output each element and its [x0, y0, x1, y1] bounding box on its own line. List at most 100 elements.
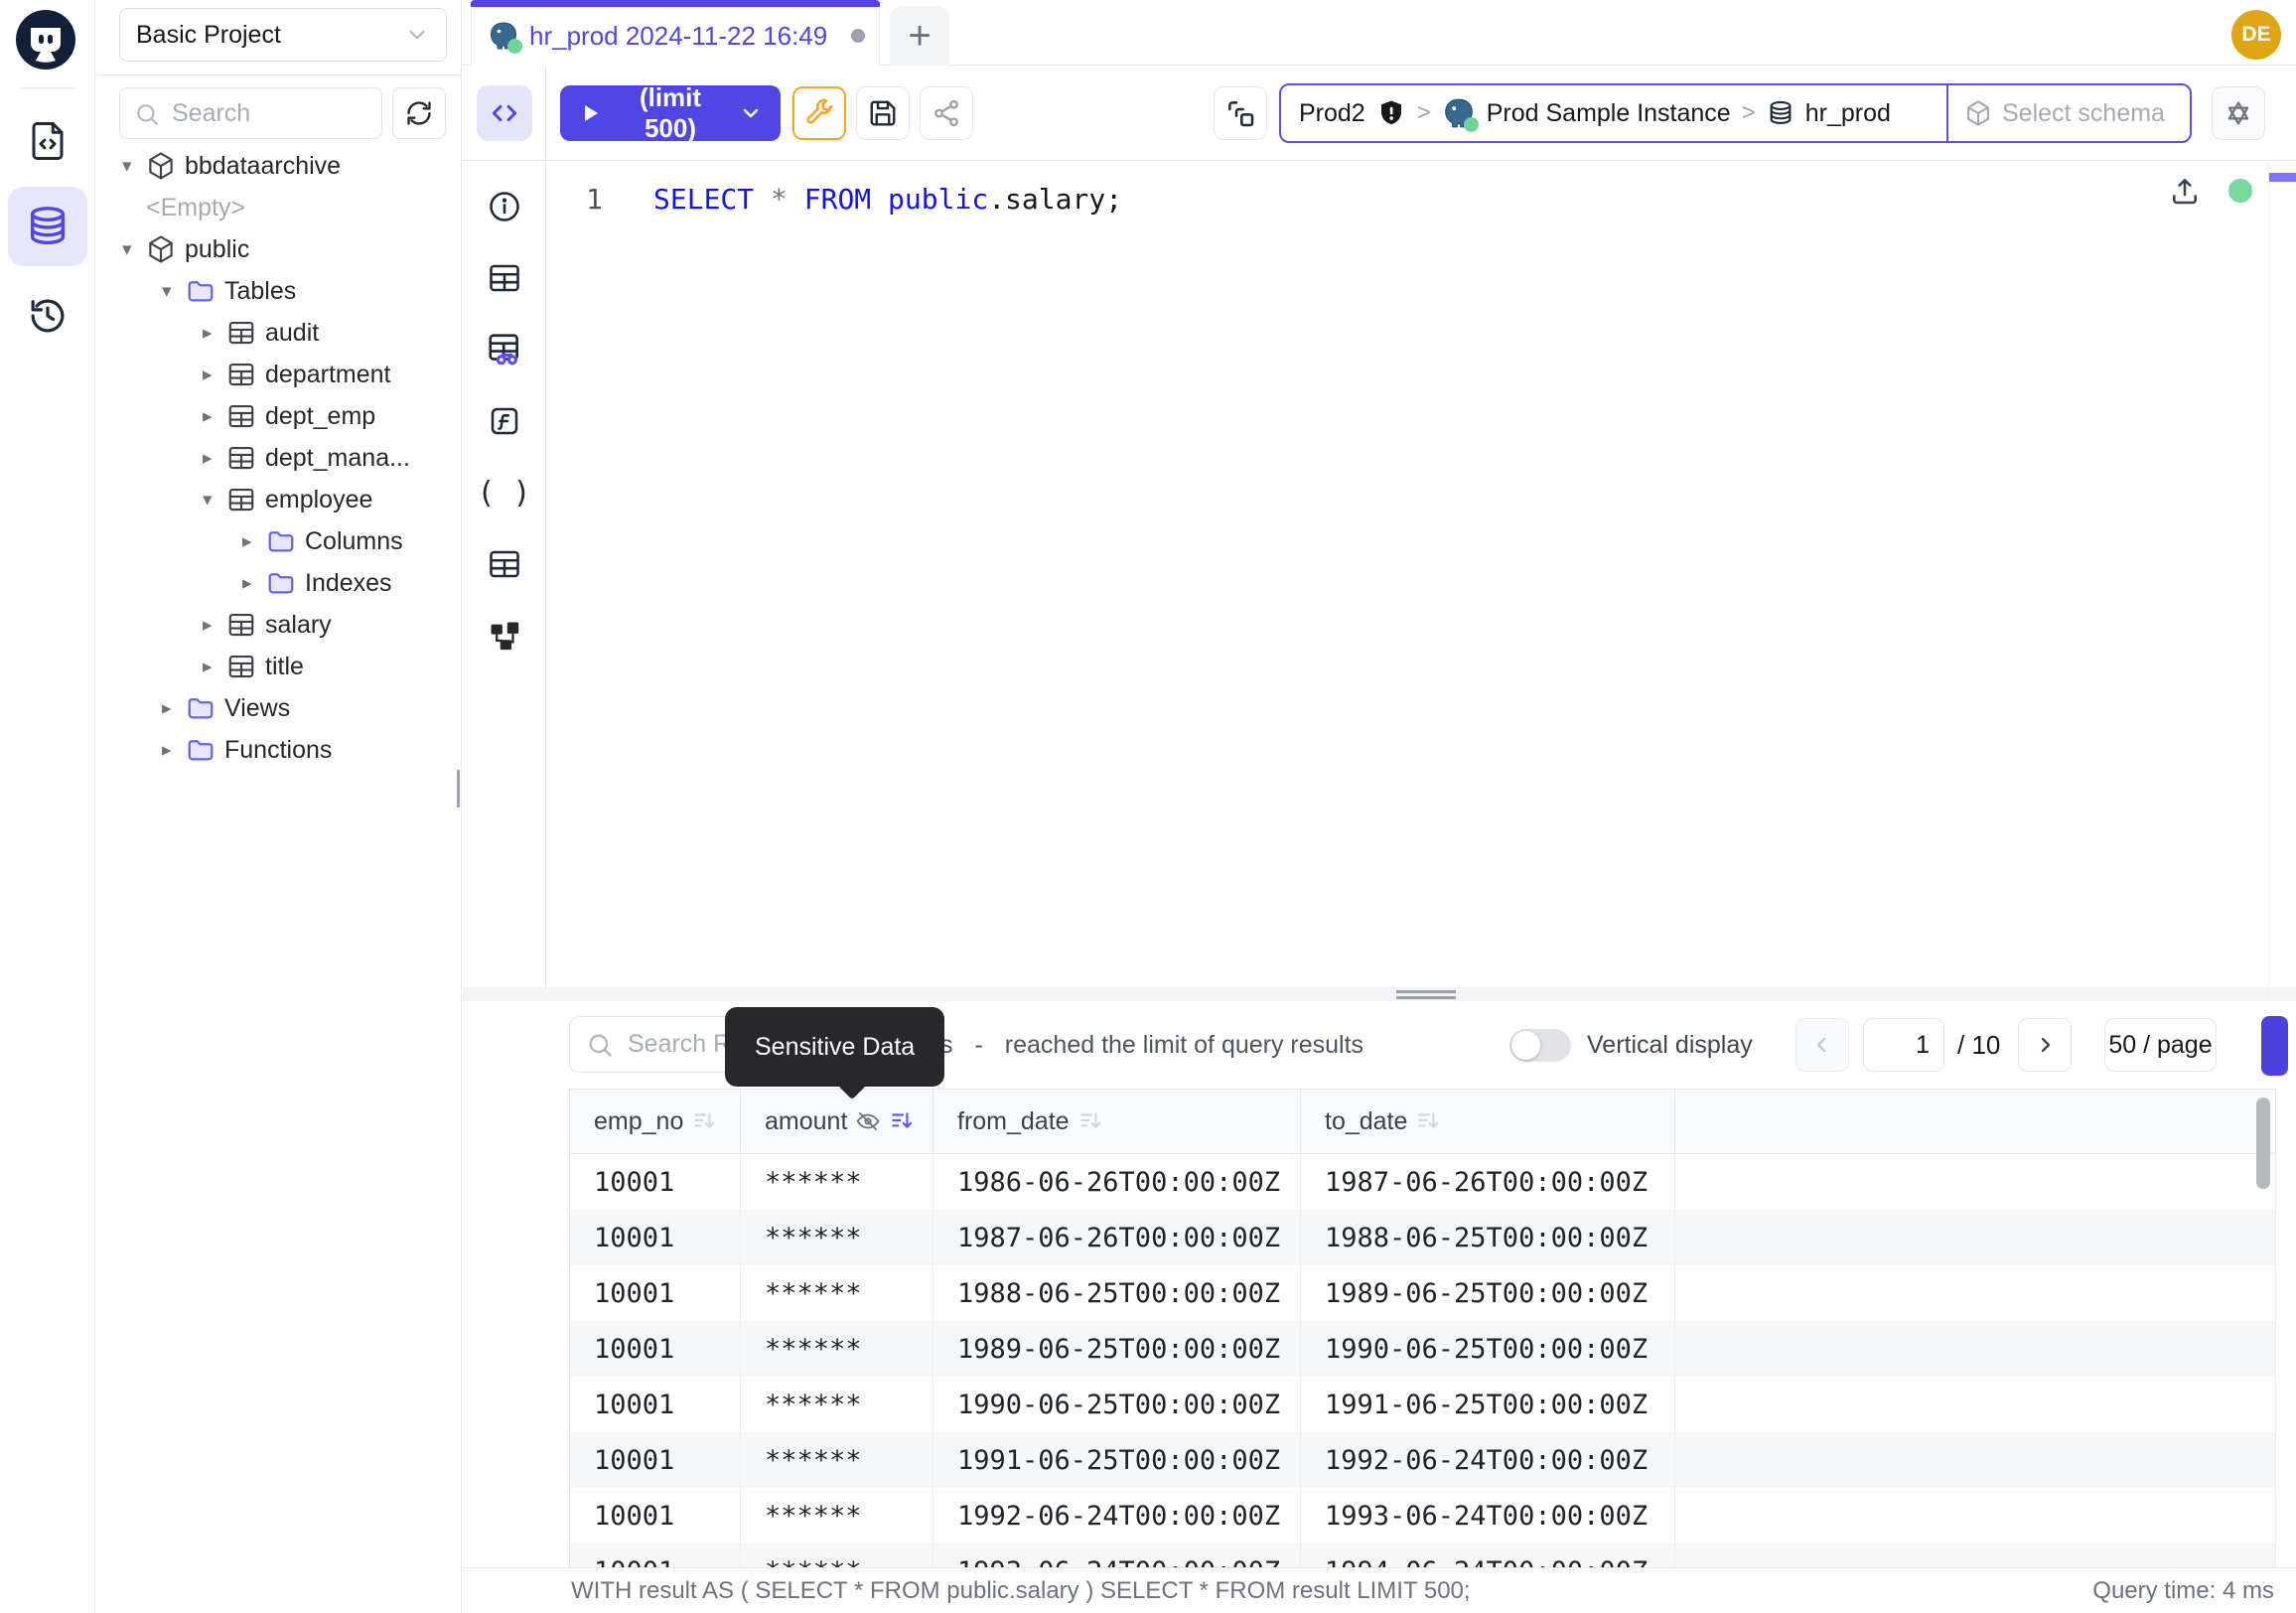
results-scrollbar[interactable]	[2256, 1098, 2270, 1189]
table-row[interactable]: 10001******1992-06-24T00:00:00Z1993-06-2…	[570, 1488, 2276, 1543]
unsaved-dot-icon	[851, 29, 865, 43]
caret-right-icon[interactable]: ▸	[203, 656, 226, 678]
caret-down-icon[interactable]: ▾	[203, 489, 226, 512]
page-size-select[interactable]: 50 / page	[2104, 1018, 2217, 1072]
editor-overview-ruler[interactable]	[2268, 161, 2296, 987]
column-header-emp_no[interactable]: emp_no	[570, 1090, 741, 1153]
schema-selector[interactable]: Select schema	[1946, 85, 2190, 141]
tab-hr-prod[interactable]: hr_prod 2024-11-22 16:49	[471, 0, 880, 66]
batch-query-button[interactable]	[1214, 86, 1267, 140]
sql-code-line[interactable]: SELECT * FROM public.salary;	[653, 183, 1122, 216]
results-table-body: 10001******1986-06-26T00:00:00Z1987-06-2…	[570, 1154, 2276, 1567]
caret-down-icon[interactable]: ▾	[122, 238, 146, 261]
tables-panel-icon[interactable]	[463, 242, 545, 314]
tree-item-views[interactable]: ▸Views	[96, 687, 459, 729]
external-tables-panel-icon[interactable]	[463, 528, 545, 600]
export-drawer-button[interactable]	[2261, 1016, 2288, 1076]
caret-down-icon[interactable]: ▾	[122, 155, 146, 178]
caret-right-icon[interactable]: ▸	[242, 572, 266, 595]
tree-item-label: dept_mana...	[265, 444, 410, 473]
breadcrumb-separator: >	[1417, 99, 1431, 127]
sort-icon[interactable]	[691, 1108, 717, 1134]
tree-item-audit[interactable]: ▸ audit	[96, 312, 459, 354]
vertical-display-label: Vertical display	[1587, 1001, 1753, 1089]
worksheet-nav-icon[interactable]	[24, 117, 72, 165]
masked-columns-panel-icon[interactable]	[463, 314, 545, 385]
sort-icon[interactable]	[1077, 1108, 1103, 1134]
caret-right-icon[interactable]: ▸	[203, 364, 226, 386]
tree-item-dept-mana[interactable]: ▸ dept_mana...	[96, 437, 459, 479]
tree-item-employee[interactable]: ▾employee	[96, 479, 459, 520]
table-row[interactable]: 10001******1989-06-25T00:00:00Z1990-06-2…	[570, 1321, 2276, 1377]
eye-off-icon[interactable]	[855, 1108, 881, 1134]
tree-item-department[interactable]: ▸department	[96, 354, 459, 395]
schema-diagram-panel-icon[interactable]	[463, 600, 545, 671]
tree-item-label: audit	[265, 319, 319, 348]
sidebar-search[interactable]	[119, 87, 382, 139]
new-tab-button[interactable]: +	[890, 6, 949, 66]
bytebase-logo[interactable]	[14, 8, 77, 72]
connection-context[interactable]: Prod2 > Prod Sample Instance > hr_prod	[1281, 85, 1946, 141]
caret-right-icon[interactable]: ▸	[242, 530, 266, 553]
user-avatar[interactable]: DE	[2231, 10, 2281, 60]
cell-amount: ******	[741, 1154, 933, 1210]
procedures-panel-icon[interactable]: ( )	[463, 457, 545, 528]
environment-label: Prod2	[1299, 99, 1365, 128]
next-page-button[interactable]	[2018, 1018, 2072, 1072]
sort-icon[interactable]	[889, 1108, 915, 1134]
panel-resize-divider[interactable]	[463, 987, 2296, 1001]
run-query-button[interactable]: (limit 500)	[560, 85, 781, 141]
tree-item-functions[interactable]: ▸ Functions	[96, 729, 459, 771]
tree-item-label: title	[265, 653, 304, 681]
executed-sql: WITH result AS ( SELECT * FROM public.sa…	[571, 1577, 1471, 1605]
table-row[interactable]: 10001******1990-06-25T00:00:00Z1991-06-2…	[570, 1377, 2276, 1432]
tree-item-title[interactable]: ▸ title	[96, 646, 459, 687]
page-number-input[interactable]	[1863, 1018, 1944, 1072]
caret-right-icon[interactable]: ▸	[162, 697, 186, 720]
info-panel-icon[interactable]	[463, 171, 545, 242]
tree-item-label: Functions	[224, 736, 332, 765]
column-header-to_date[interactable]: to_date	[1301, 1090, 1675, 1153]
tree-item-indexes[interactable]: ▸Indexes	[96, 562, 459, 604]
caret-right-icon[interactable]: ▸	[203, 614, 226, 637]
caret-right-icon[interactable]: ▸	[203, 447, 226, 470]
save-sheet-button[interactable]	[856, 86, 910, 140]
tree-item-empty[interactable]: <Empty>	[96, 187, 459, 228]
editor-side-strip: ( )	[463, 161, 546, 987]
prev-page-button[interactable]	[1795, 1018, 1849, 1072]
upload-icon[interactable]	[2169, 175, 2201, 212]
vertical-display-toggle[interactable]	[1509, 1029, 1571, 1062]
table-row[interactable]: 10001******1993-06-24T00:00:00Z1994-06-2…	[570, 1543, 2276, 1567]
table-row[interactable]: 10001******1988-06-25T00:00:00Z1989-06-2…	[570, 1265, 2276, 1321]
caret-right-icon[interactable]: ▸	[203, 405, 226, 428]
history-nav-icon[interactable]	[24, 292, 72, 340]
caret-down-icon[interactable]: ▾	[162, 280, 186, 303]
table-row[interactable]: 10001******1987-06-26T00:00:00Z1988-06-2…	[570, 1210, 2276, 1265]
cell-to_date: 1987-06-26T00:00:00Z	[1301, 1154, 1675, 1210]
postgres-icon	[488, 20, 519, 52]
tree-item-public[interactable]: ▾public	[96, 228, 459, 270]
code-panel-toggle-button[interactable]	[477, 85, 532, 141]
cell-amount: ******	[741, 1321, 933, 1377]
tree-item-dept-emp[interactable]: ▸dept_emp	[96, 395, 459, 437]
cell-from_date: 1991-06-25T00:00:00Z	[933, 1432, 1301, 1488]
column-header-amount[interactable]: amount	[741, 1090, 933, 1153]
sort-icon[interactable]	[1415, 1108, 1441, 1134]
tree-item-columns[interactable]: ▸Columns	[96, 520, 459, 562]
table-row[interactable]: 10001******1991-06-25T00:00:00Z1992-06-2…	[570, 1432, 2276, 1488]
share-button[interactable]	[920, 86, 973, 140]
caret-right-icon[interactable]: ▸	[162, 739, 186, 762]
refresh-button[interactable]	[392, 87, 446, 139]
column-header-from_date[interactable]: from_date	[933, 1090, 1301, 1153]
ai-assistant-button[interactable]	[2212, 86, 2265, 140]
tree-item-bbdataarchive[interactable]: ▾bbdataarchive	[96, 145, 459, 187]
table-row[interactable]: 10001******1986-06-26T00:00:00Z1987-06-2…	[570, 1154, 2276, 1210]
tree-item-salary[interactable]: ▸salary	[96, 604, 459, 646]
chevron-left-icon	[1810, 1033, 1834, 1057]
database-nav-icon[interactable]	[8, 187, 87, 266]
query-options-button[interactable]	[792, 86, 846, 140]
tree-item-tables[interactable]: ▾Tables	[96, 270, 459, 312]
project-selector[interactable]: Basic Project	[119, 8, 447, 62]
functions-panel-icon[interactable]	[463, 385, 545, 457]
caret-right-icon[interactable]: ▸	[203, 322, 226, 345]
